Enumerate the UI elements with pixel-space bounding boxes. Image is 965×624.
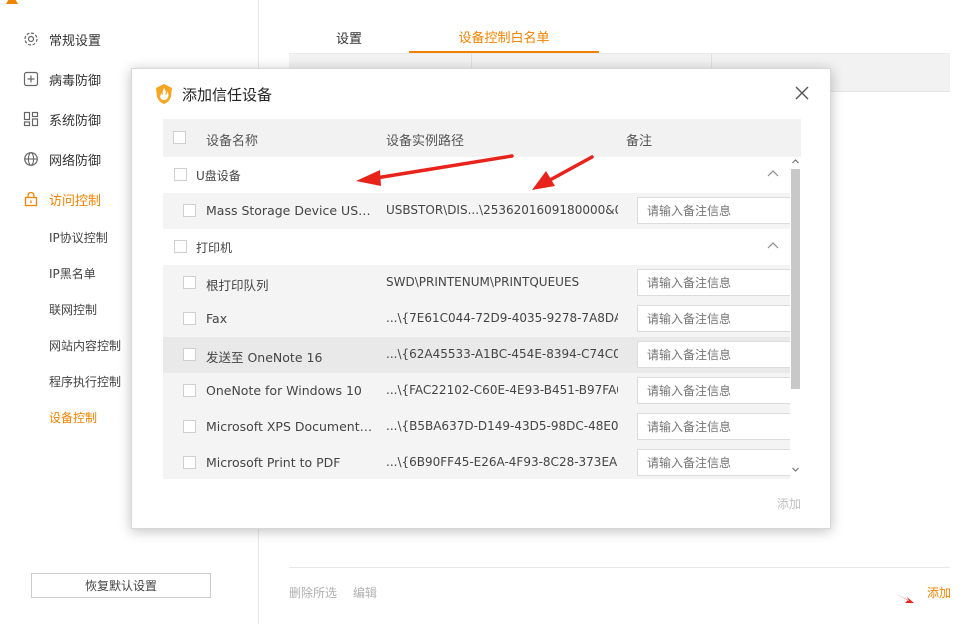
note-input[interactable] xyxy=(637,305,791,332)
sidebar-item-label: 病毒防御 xyxy=(49,73,102,89)
table-row[interactable]: Mass Storage Device USB ... USBSTOR\DIS.… xyxy=(163,193,791,229)
device-name: 发送至 OneNote 16 xyxy=(206,350,323,365)
device-path: SWD\PRINTENUM\PRINTQUEUES xyxy=(386,275,580,289)
table-row[interactable]: 发送至 OneNote 16 ...\{62A45533-A1BC-454E-8… xyxy=(163,337,791,373)
table-row[interactable]: OneNote for Windows 10 ...\{FAC22102-C60… xyxy=(163,373,791,409)
scroll-up-icon[interactable] xyxy=(791,157,800,166)
column-header-path: 设备实例路径 xyxy=(386,134,465,149)
device-path: ...\{B5BA637D-D149-43D5-98DC-48E08€ xyxy=(386,419,618,433)
dialog-add-button[interactable]: 添加 xyxy=(777,495,801,512)
chevron-up-icon[interactable] xyxy=(766,168,780,180)
chevron-up-icon[interactable] xyxy=(766,240,780,252)
gear-icon xyxy=(22,30,40,48)
app-window: 常规设置 病毒防御 系统防御 网络防御 访问控制 IP协议控制 IP黑名单 联网… xyxy=(0,0,965,624)
edit-button[interactable]: 编辑 xyxy=(353,584,377,601)
globe-icon xyxy=(22,150,40,168)
lock-icon xyxy=(22,190,40,208)
app-logo-icon xyxy=(6,0,18,4)
device-name: Microsoft Print to PDF xyxy=(206,455,341,470)
sidebar-item-label: 常规设置 xyxy=(49,33,102,49)
grid-body: U盘设备 Mass Storage Device USB ... USBSTOR… xyxy=(163,157,791,479)
vertical-scrollbar[interactable] xyxy=(790,157,801,479)
column-header-note: 备注 xyxy=(626,134,653,149)
group-label: 打印机 xyxy=(196,241,233,255)
row-checkbox[interactable] xyxy=(183,204,196,217)
delete-selected-button[interactable]: 删除所选 xyxy=(289,584,337,601)
plus-box-icon xyxy=(22,70,40,88)
row-checkbox[interactable] xyxy=(183,456,196,469)
row-checkbox[interactable] xyxy=(183,384,196,397)
device-path: ...\{62A45533-A1BC-454E-8394-C74C024 xyxy=(386,347,618,361)
whitelist-actions: 删除所选 编辑 xyxy=(289,584,377,601)
scroll-down-icon[interactable] xyxy=(791,465,800,474)
note-input[interactable] xyxy=(637,413,791,440)
table-row[interactable]: Microsoft Print to PDF ...\{6B90FF45-E26… xyxy=(163,445,791,479)
device-path: ...\{7E61C044-72D9-4035-9278-7A8DAE( xyxy=(386,311,618,325)
select-all-checkbox[interactable] xyxy=(173,131,186,144)
footer-divider xyxy=(289,567,950,568)
sidebar-item-label: 网络防御 xyxy=(49,153,102,169)
dialog-title: 添加信任设备 xyxy=(154,83,272,105)
row-checkbox[interactable] xyxy=(183,348,196,361)
device-name: Microsoft XPS Document W... xyxy=(206,419,376,434)
grid-header: 设备名称 设备实例路径 备注 xyxy=(163,119,801,157)
group-label: U盘设备 xyxy=(196,169,241,183)
row-checkbox[interactable] xyxy=(183,420,196,433)
sidebar-item-general[interactable]: 常规设置 xyxy=(0,19,258,59)
sidebar-item-label: 系统防御 xyxy=(49,113,102,129)
tab-device-whitelist[interactable]: 设备控制白名单 xyxy=(409,22,599,53)
device-path: USBSTOR\DIS...\2536201609180000&0 xyxy=(386,203,618,217)
sidebar-item-label: 访问控制 xyxy=(49,193,102,209)
table-row[interactable]: Microsoft XPS Document W... ...\{B5BA637… xyxy=(163,409,791,445)
table-row[interactable]: 根打印队列 SWD\PRINTENUM\PRINTQUEUES xyxy=(163,265,791,301)
table-row[interactable]: Fax ...\{7E61C044-72D9-4035-9278-7A8DAE( xyxy=(163,301,791,337)
device-grid: 设备名称 设备实例路径 备注 U盘设备 Mass Storage Device … xyxy=(163,119,801,479)
device-name: Fax xyxy=(206,311,228,326)
tab-settings[interactable]: 设置 xyxy=(289,22,409,53)
device-name: 根打印队列 xyxy=(206,278,269,293)
device-name: Mass Storage Device USB ... xyxy=(206,203,376,218)
tab-bar: 设置 设备控制白名单 xyxy=(289,22,950,54)
device-path: ...\{FAC22102-C60E-4E93-B451-B97FA04 xyxy=(386,383,618,397)
shield-logo-icon xyxy=(156,84,172,104)
note-input[interactable] xyxy=(637,269,791,296)
dialog-title-text: 添加信任设备 xyxy=(182,85,273,104)
row-checkbox[interactable] xyxy=(183,276,196,289)
note-input[interactable] xyxy=(637,377,791,404)
note-input[interactable] xyxy=(637,197,791,224)
close-icon[interactable] xyxy=(794,85,810,101)
reset-defaults-button[interactable]: 恢复默认设置 xyxy=(31,573,211,598)
add-device-button[interactable]: 添加 xyxy=(927,584,951,601)
annotation-arrow-small xyxy=(896,594,914,603)
note-input[interactable] xyxy=(637,449,791,476)
group-printer: 打印机 xyxy=(163,229,791,265)
group-checkbox[interactable] xyxy=(174,168,187,181)
column-header-name: 设备名称 xyxy=(206,134,259,149)
group-checkbox[interactable] xyxy=(174,240,187,253)
note-input[interactable] xyxy=(637,341,791,368)
device-path: ...\{6B90FF45-E26A-4F93-8C28-373EA6B xyxy=(386,455,618,469)
group-usb: U盘设备 xyxy=(163,157,791,193)
scroll-thumb[interactable] xyxy=(791,169,800,389)
add-trusted-device-dialog: 添加信任设备 设备名称 设备实例路径 备注 U盘设备 Mass Storage … xyxy=(131,68,831,529)
device-name: OneNote for Windows 10 xyxy=(206,383,362,398)
grid-icon xyxy=(22,110,40,128)
row-checkbox[interactable] xyxy=(183,312,196,325)
